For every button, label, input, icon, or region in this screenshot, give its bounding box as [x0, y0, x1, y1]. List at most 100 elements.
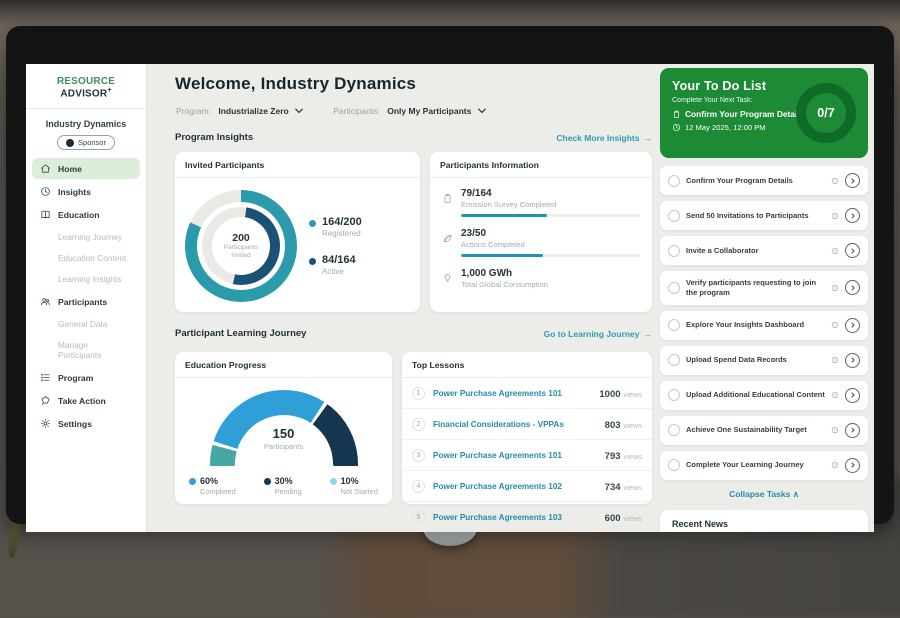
task-checkbox[interactable] [668, 175, 680, 187]
sidebar-item-manage-participants[interactable]: Manage Participants [32, 335, 140, 365]
task-row[interactable]: Verify participants requesting to join t… [660, 271, 868, 305]
task-go-button[interactable] [845, 423, 860, 438]
education-progress-card: Education Progress 150 Participants 60% … [175, 352, 392, 504]
sidebar-item-insights[interactable]: Insights [32, 181, 140, 202]
task-checkbox[interactable] [668, 282, 680, 294]
program-filter-value[interactable]: Industrialize Zero [218, 106, 288, 116]
legend-item-pending: 30% Pending [264, 476, 302, 496]
participants-filter[interactable]: Participants: Only My Participants [333, 106, 486, 116]
task-checkbox[interactable] [668, 459, 680, 471]
chevron-down-icon [478, 108, 486, 114]
task-go-button[interactable] [845, 353, 860, 368]
task-row[interactable]: Upload Additional Educational Content [660, 381, 868, 410]
legend-value: 84/164 [322, 254, 356, 266]
sidebar-item-participants[interactable]: Participants [32, 291, 140, 312]
collapse-label: Collapse Tasks [729, 489, 790, 499]
sidebar-item-learning-insights[interactable]: Learning Insights [32, 269, 140, 289]
sidebar-item-label: Program [58, 373, 93, 383]
task-row[interactable]: Explore Your Insights Dashboard [660, 311, 868, 340]
settings-icon [40, 418, 51, 429]
stat-value: 23/50 [461, 228, 640, 239]
task-go-button[interactable] [845, 458, 860, 473]
sidebar-item-education-content[interactable]: Education Content [32, 248, 140, 268]
participants-icon [40, 296, 51, 307]
sidebar-item-label: Insights [58, 187, 91, 197]
task-checkbox[interactable] [668, 210, 680, 222]
task-row[interactable]: Complete Your Learning Journey [660, 451, 868, 480]
task-row[interactable]: Confirm Your Program Details [660, 166, 868, 195]
stat-global-consumption: 1,000 GWh Total Global Consumption [442, 268, 640, 289]
lesson-link[interactable]: Power Purchase Agreements 103 [433, 513, 597, 522]
task-checkbox[interactable] [668, 245, 680, 257]
legend-dot-navy [309, 258, 316, 265]
lesson-views-suffix: views [624, 421, 642, 430]
sidebar-item-label: General Data [58, 319, 107, 329]
program-icon [40, 372, 51, 383]
task-go-button[interactable] [845, 243, 860, 258]
task-checkbox[interactable] [668, 424, 680, 436]
task-row[interactable]: Invite a Collaborator [660, 236, 868, 265]
lesson-link[interactable]: Financial Considerations - VPPAs [433, 420, 597, 429]
collapse-tasks-link[interactable]: Collapse Tasks ∧ [660, 489, 868, 500]
task-checkbox[interactable] [668, 319, 680, 331]
card-title: Invited Participants [175, 152, 420, 178]
sidebar-item-label: Take Action [58, 396, 106, 406]
sidebar-item-home[interactable]: Home [32, 158, 140, 179]
task-checkbox[interactable] [668, 354, 680, 366]
take-action-icon [40, 395, 51, 406]
logo-text-secondary: ADVISOR [60, 88, 107, 99]
chevron-down-icon [295, 108, 303, 114]
task-go-button[interactable] [845, 318, 860, 333]
link-label: Check More Insights [556, 133, 639, 143]
sidebar-item-education[interactable]: Education [32, 204, 140, 225]
legend-item-completed: 60% Completed [189, 476, 236, 496]
legend-item-not-started: 10% Not Started [330, 476, 378, 496]
task-row[interactable]: Upload Spend Data Records [660, 346, 868, 375]
task-go-button[interactable] [845, 280, 860, 295]
link-label: Go to Learning Journey [544, 329, 640, 339]
legend-label: Completed [200, 487, 236, 496]
task-go-button[interactable] [845, 208, 860, 223]
program-filter[interactable]: Program: Industrialize Zero [176, 106, 303, 116]
sidebar-item-program[interactable]: Program [32, 367, 140, 388]
sidebar-item-take-action[interactable]: Take Action [32, 390, 140, 411]
lesson-views: 734 [605, 482, 621, 493]
task-checkbox[interactable] [668, 389, 680, 401]
sidebar-item-learning-journey[interactable]: Learning Journey [32, 227, 140, 247]
monitor-bezel: RESOURCE ADVISOR+ Industry Dynamics Spon… [6, 26, 894, 524]
sponsor-badge-label: Sponsor [78, 138, 106, 147]
todo-summary-card: Your To Do List Complete Your Next Task:… [660, 68, 868, 158]
stat-value: 79/164 [461, 188, 640, 199]
sidebar-item-general-data[interactable]: General Data [32, 314, 140, 334]
task-row[interactable]: Achieve One Sustainability Target [660, 416, 868, 445]
task-label: Upload Additional Educational Content [686, 390, 825, 400]
donut-legend: 164/200 Registered 84/164 Active [309, 216, 362, 276]
lightbulb-icon [442, 273, 453, 284]
stat-label: Emission Survey Completed [461, 200, 640, 209]
sidebar-item-label: Education [58, 210, 100, 220]
lesson-link[interactable]: Power Purchase Agreements 101 [433, 451, 597, 460]
lesson-link[interactable]: Power Purchase Agreements 101 [433, 389, 591, 398]
sidebar-item-settings[interactable]: Settings [32, 413, 140, 434]
clipboard-icon [442, 193, 453, 204]
sidebar-item-label: Education Content [58, 253, 126, 263]
org-name: Industry Dynamics [26, 119, 146, 129]
participants-filter-value[interactable]: Only My Participants [387, 106, 471, 116]
lesson-rank: 4 [412, 480, 425, 493]
sidebar: RESOURCE ADVISOR+ Industry Dynamics Spon… [26, 64, 147, 532]
participants-information-card: Participants Information 79/164 Emission… [430, 152, 652, 312]
check-more-insights-link[interactable]: Check More Insights → [556, 133, 652, 143]
learning-journey-heading: Participant Learning Journey [175, 328, 306, 339]
task-go-button[interactable] [845, 173, 860, 188]
sidebar-item-label: Settings [58, 419, 92, 429]
legend-dot-blue [189, 478, 196, 485]
task-row[interactable]: Send 50 Invitations to Participants [660, 201, 868, 230]
stat-value: 1,000 GWh [461, 268, 640, 279]
task-label: Complete Your Learning Journey [686, 460, 825, 470]
lesson-rank: 1 [412, 387, 425, 400]
lesson-link[interactable]: Power Purchase Agreements 102 [433, 482, 597, 491]
legend-item-active: 84/164 Active [309, 254, 362, 276]
legend-dot-lightblue [330, 478, 337, 485]
task-go-button[interactable] [845, 388, 860, 403]
go-to-learning-journey-link[interactable]: Go to Learning Journey → [544, 329, 652, 339]
